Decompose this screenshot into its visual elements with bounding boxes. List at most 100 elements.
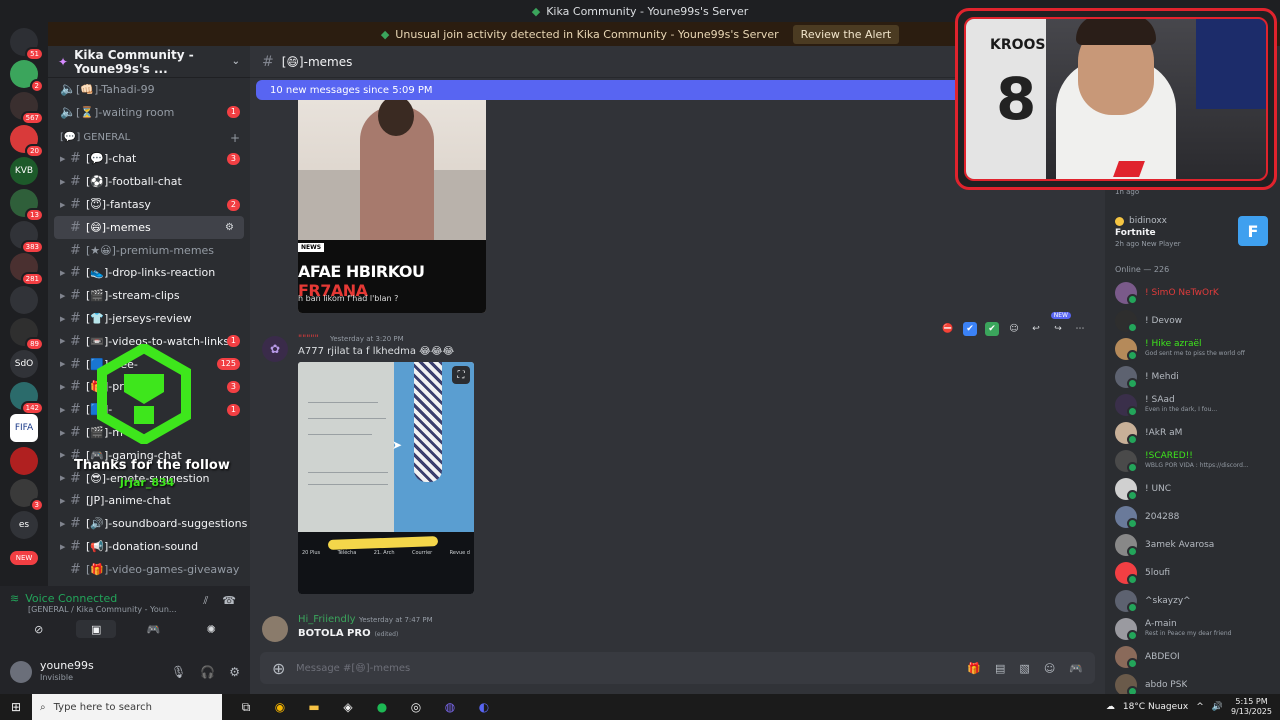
server-icon[interactable]: FIFA xyxy=(10,414,38,443)
spotify-icon[interactable]: ● xyxy=(372,700,392,715)
taskbar-search[interactable]: ⌕ Type here to search xyxy=(32,694,222,720)
member-item[interactable]: ! SAad Even in the dark, I fou... xyxy=(1115,392,1275,418)
channel-item[interactable]: ▶ # [🎬]-stream-clips xyxy=(48,284,250,307)
member-item[interactable]: 204288 xyxy=(1115,504,1275,530)
channel-item[interactable]: # [★😀]-premium-memes xyxy=(48,239,250,262)
weather-icon[interactable]: ☁ xyxy=(1106,702,1115,712)
member-item[interactable]: ! Mehdi xyxy=(1115,364,1275,390)
weather-text[interactable]: 18°C Nuageux xyxy=(1123,702,1188,712)
server-icon[interactable] xyxy=(10,285,38,314)
server-icon[interactable]: KVB xyxy=(10,156,38,185)
voice-channel[interactable]: 🔈 [👊🏻]-Tahadi-99 xyxy=(48,78,250,101)
activities-button[interactable]: 🎮 xyxy=(134,620,174,638)
obs-icon[interactable]: ◎ xyxy=(406,700,426,715)
forward-icon[interactable]: ↪ xyxy=(1051,322,1065,336)
member-item[interactable]: ! SimO NeTwOrK xyxy=(1115,280,1275,306)
channel-item[interactable]: ▶ # [⚽]-football-chat xyxy=(48,170,250,193)
channel-item[interactable]: # [🎁]-video-games-giveaway xyxy=(48,558,250,581)
channel-item[interactable]: ▶ # [🔊]-soundboard-suggestions xyxy=(48,512,250,535)
new-messages-bar[interactable]: 10 new messages since 5:09 PM xyxy=(256,80,956,100)
server-icon[interactable]: 13 xyxy=(10,189,44,222)
member-item[interactable]: ^skayzy^ xyxy=(1115,588,1275,614)
channel-item[interactable]: ▶ # [👕]-jerseys-review xyxy=(48,307,250,330)
message-author[interactable]: Hi_Friiendly xyxy=(298,614,356,625)
channel-item[interactable]: # [😄]-memes ⚙ xyxy=(54,215,244,239)
reaction-no-entry-icon[interactable]: ⛔ xyxy=(941,322,955,336)
server-icon[interactable] xyxy=(10,446,38,475)
headphones-icon[interactable]: 🎧 xyxy=(200,665,215,679)
channel-item[interactable]: ▶ # [📢]-donation-sound xyxy=(48,535,250,558)
disconnect-icon[interactable]: ☎ xyxy=(222,594,236,608)
server-icon[interactable]: 20 xyxy=(10,124,44,158)
reaction-check-blue-icon[interactable]: ✔ xyxy=(963,322,977,336)
avatar[interactable]: ✿ xyxy=(262,336,288,362)
channel-item[interactable]: ▶ # [👟]-drop-links-reaction xyxy=(48,262,250,285)
channel-item[interactable]: ▶ # [💬]-chat 3 xyxy=(48,148,250,171)
server-icon[interactable]: 567 xyxy=(10,92,44,126)
member-item[interactable]: abdo PSK xyxy=(1115,672,1275,694)
message-author[interactable]: """"" xyxy=(298,334,319,344)
app-icon[interactable]: ◍ xyxy=(440,700,460,715)
voice-channel[interactable]: 🔈 [⏳]-waiting room 1 xyxy=(48,101,250,124)
user-info[interactable]: youne99s Invisible xyxy=(40,660,94,684)
reaction-check-green-icon[interactable]: ✔ xyxy=(985,322,999,336)
meme-image-2[interactable]: 20 Plus Télécha 21. Arch Courrier Revue d ⛶ xyxy=(298,362,474,594)
gear-icon[interactable]: ⚙ xyxy=(229,665,240,679)
gift-icon[interactable]: 🎁 xyxy=(967,662,981,675)
task-view-icon[interactable]: ⧉ xyxy=(236,700,256,715)
member-item[interactable]: !AkR aM xyxy=(1115,420,1275,446)
chrome-icon[interactable]: ◉ xyxy=(270,700,290,715)
server-icon[interactable]: 281 xyxy=(10,253,44,287)
app-icon[interactable]: ◈ xyxy=(338,700,358,715)
camera-off-button[interactable]: ⊘ xyxy=(19,620,59,638)
member-item[interactable]: 3amek Avarosa xyxy=(1115,532,1275,558)
windows-start-icon[interactable]: ⊞ xyxy=(0,700,32,714)
attach-plus-icon[interactable]: ⊕ xyxy=(272,659,296,678)
server-icon[interactable]: 2 xyxy=(10,60,44,94)
member-item[interactable]: ! Hike azraël God sent me to piss the wor… xyxy=(1115,336,1275,362)
message-input[interactable] xyxy=(296,662,896,674)
gif-icon[interactable]: ▤ xyxy=(995,662,1005,675)
server-icon[interactable]: 51 xyxy=(10,28,44,61)
member-item[interactable]: ! UNC xyxy=(1115,476,1275,502)
member-item[interactable]: ! Devow xyxy=(1115,308,1275,334)
server-icon[interactable]: 383 xyxy=(10,221,44,255)
soundboard-button[interactable]: ✺ xyxy=(191,620,231,638)
screen-share-button[interactable]: ▣ xyxy=(76,620,117,638)
server-header[interactable]: ✦ Kika Community - Youne99s's ... ⌄ xyxy=(48,46,250,78)
add-channel-icon[interactable]: + xyxy=(230,131,240,145)
emoji-icon[interactable]: ☺ xyxy=(1044,662,1055,675)
server-icon[interactable]: 142 xyxy=(10,382,44,416)
volume-icon[interactable]: 🔊 xyxy=(1212,702,1223,712)
member-item[interactable]: ABDEOI xyxy=(1115,644,1275,670)
server-icon[interactable]: es xyxy=(10,511,38,539)
reply-icon[interactable]: ↩ xyxy=(1029,322,1043,336)
microphone-icon[interactable]: 🎙 xyxy=(171,665,186,679)
avatar[interactable] xyxy=(262,616,288,642)
more-options-icon[interactable]: ⋯ xyxy=(1073,322,1087,336)
file-explorer-icon[interactable]: ▬ xyxy=(304,700,324,715)
member-item[interactable]: 5loufi xyxy=(1115,560,1275,586)
member-item[interactable]: A-main Rest in Peace my dear friend xyxy=(1115,616,1275,642)
avatar[interactable] xyxy=(10,661,32,683)
server-icon[interactable]: SdO xyxy=(10,350,38,378)
noise-suppression-icon[interactable]: ⫽ xyxy=(203,594,208,608)
activities-icon[interactable]: 🎮 xyxy=(1069,662,1083,675)
server-icon[interactable]: NEW xyxy=(10,551,38,566)
channel-settings-icon[interactable]: ⚙ xyxy=(225,222,234,233)
sticker-icon[interactable]: ▧ xyxy=(1019,662,1029,675)
add-reaction-icon[interactable]: ☺ xyxy=(1007,322,1021,336)
tray-chevron-icon[interactable]: ^ xyxy=(1196,702,1204,712)
server-icon[interactable]: 3 xyxy=(10,478,44,512)
meme-image-1[interactable]: NEWS AFAE HBIRKOU FR7ANA h ban likom f'h… xyxy=(298,100,486,313)
clock[interactable]: 5:15 PM 9/13/2025 xyxy=(1231,697,1272,717)
channel-item[interactable]: ▶ # [JP]-anime-chat xyxy=(48,490,250,513)
channel-item[interactable]: ▶ # [😇]-fantasy 2 xyxy=(48,193,250,216)
member-item[interactable]: !SCARED!! WBLG POR VIDA : https://discord… xyxy=(1115,448,1275,474)
discord-icon[interactable]: ◐ xyxy=(474,700,494,715)
chevron-down-icon[interactable]: ⌄ xyxy=(232,56,240,67)
expand-image-icon[interactable]: ⛶ xyxy=(452,366,470,384)
server-icon[interactable]: 89 xyxy=(10,317,44,351)
review-alert-button[interactable]: Review the Alert xyxy=(792,24,900,44)
activity-card[interactable]: 1h ago bidinoxx Fortnite 2h ago New Play… xyxy=(1105,188,1280,252)
